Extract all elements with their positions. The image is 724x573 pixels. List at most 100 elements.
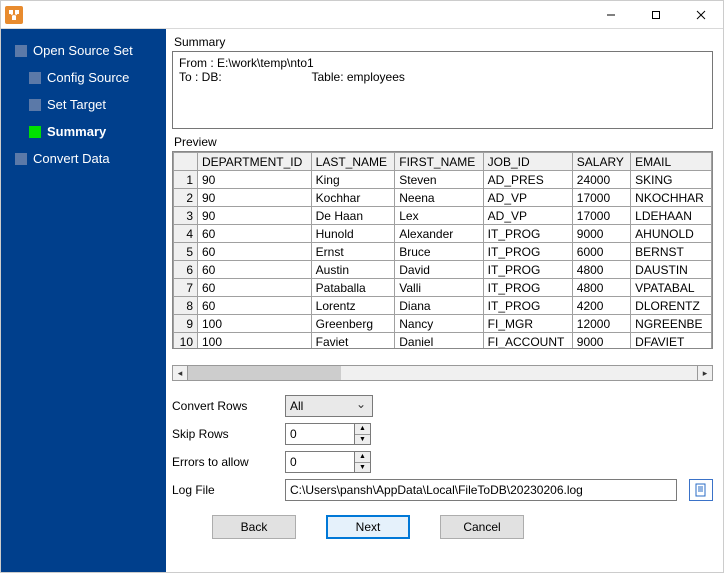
cell[interactable]: LDEHAAN	[631, 207, 712, 225]
cell[interactable]: Lorentz	[311, 297, 395, 315]
column-header[interactable]: EMAIL	[631, 153, 712, 171]
table-row[interactable]: 10100FavietDanielFI_ACCOUNT9000DFAVIET	[174, 333, 712, 350]
spin-up-icon[interactable]: ▲	[355, 424, 370, 435]
cell[interactable]: 60	[198, 261, 312, 279]
cell[interactable]: Alexander	[395, 225, 483, 243]
wizard-step-set-target[interactable]: Set Target	[1, 91, 166, 118]
scroll-track[interactable]	[188, 365, 697, 381]
cell[interactable]: 60	[198, 297, 312, 315]
table-row[interactable]: 760PataballaValliIT_PROG4800VPATABAL	[174, 279, 712, 297]
cell[interactable]: SKING	[631, 171, 712, 189]
maximize-button[interactable]	[633, 1, 678, 28]
cell[interactable]: Nancy	[395, 315, 483, 333]
cell[interactable]: FI_MGR	[483, 315, 572, 333]
column-header[interactable]: DEPARTMENT_ID	[198, 153, 312, 171]
cell[interactable]: King	[311, 171, 395, 189]
cell[interactable]: IT_PROG	[483, 243, 572, 261]
cell[interactable]: 6000	[572, 243, 630, 261]
cell[interactable]: Steven	[395, 171, 483, 189]
log-file-input[interactable]	[285, 479, 677, 501]
cell[interactable]: AD_VP	[483, 207, 572, 225]
table-row[interactable]: 560ErnstBruceIT_PROG6000BERNST	[174, 243, 712, 261]
wizard-step-open-source-set[interactable]: Open Source Set	[1, 37, 166, 64]
cell[interactable]: NKOCHHAR	[631, 189, 712, 207]
summary-textbox[interactable]: From : E:\work\temp\nto1 To : DB: Table:…	[172, 51, 713, 129]
skip-rows-input[interactable]	[285, 423, 355, 445]
cell[interactable]: Austin	[311, 261, 395, 279]
cell[interactable]: 60	[198, 243, 312, 261]
cell[interactable]: 90	[198, 207, 312, 225]
cell[interactable]: IT_PROG	[483, 279, 572, 297]
table-row[interactable]: 460HunoldAlexanderIT_PROG9000AHUNOLD	[174, 225, 712, 243]
cell[interactable]: Daniel	[395, 333, 483, 350]
cell[interactable]: IT_PROG	[483, 261, 572, 279]
cell[interactable]: 60	[198, 225, 312, 243]
browse-log-button[interactable]	[689, 479, 713, 501]
cell[interactable]: Ernst	[311, 243, 395, 261]
cell[interactable]: DLORENTZ	[631, 297, 712, 315]
cell[interactable]: 90	[198, 171, 312, 189]
cell[interactable]: Pataballa	[311, 279, 395, 297]
cell[interactable]: Neena	[395, 189, 483, 207]
cell[interactable]: 100	[198, 315, 312, 333]
table-row[interactable]: 390De HaanLexAD_VP17000LDEHAAN	[174, 207, 712, 225]
table-row[interactable]: 190KingStevenAD_PRES24000SKING	[174, 171, 712, 189]
next-button[interactable]: Next	[326, 515, 410, 539]
convert-rows-combo[interactable]: All	[285, 395, 373, 417]
cell[interactable]: 9000	[572, 225, 630, 243]
wizard-step-config-source[interactable]: Config Source	[1, 64, 166, 91]
cell[interactable]: FI_ACCOUNT	[483, 333, 572, 350]
errors-spinner[interactable]: ▲▼	[355, 451, 371, 473]
cell[interactable]: Lex	[395, 207, 483, 225]
cell[interactable]: Faviet	[311, 333, 395, 350]
cell[interactable]: AHUNOLD	[631, 225, 712, 243]
column-header[interactable]: FIRST_NAME	[395, 153, 483, 171]
cell[interactable]: 12000	[572, 315, 630, 333]
cancel-button[interactable]: Cancel	[440, 515, 524, 539]
cell[interactable]: IT_PROG	[483, 225, 572, 243]
spin-down-icon[interactable]: ▼	[355, 435, 370, 445]
cell[interactable]: 60	[198, 279, 312, 297]
cell[interactable]: AD_PRES	[483, 171, 572, 189]
cell[interactable]: Hunold	[311, 225, 395, 243]
cell[interactable]: David	[395, 261, 483, 279]
wizard-step-summary[interactable]: Summary	[1, 118, 166, 145]
cell[interactable]: DAUSTIN	[631, 261, 712, 279]
close-button[interactable]	[678, 1, 723, 28]
cell[interactable]: 4800	[572, 261, 630, 279]
table-row[interactable]: 290KochharNeenaAD_VP17000NKOCHHAR	[174, 189, 712, 207]
cell[interactable]: BERNST	[631, 243, 712, 261]
cell[interactable]: Diana	[395, 297, 483, 315]
cell[interactable]: VPATABAL	[631, 279, 712, 297]
cell[interactable]: NGREENBE	[631, 315, 712, 333]
cell[interactable]: 100	[198, 333, 312, 350]
cell[interactable]: 17000	[572, 189, 630, 207]
cell[interactable]: IT_PROG	[483, 297, 572, 315]
cell[interactable]: Bruce	[395, 243, 483, 261]
cell[interactable]: AD_VP	[483, 189, 572, 207]
column-header[interactable]: SALARY	[572, 153, 630, 171]
table-row[interactable]: 660AustinDavidIT_PROG4800DAUSTIN	[174, 261, 712, 279]
cell[interactable]: Kochhar	[311, 189, 395, 207]
scroll-right-icon[interactable]: ▸	[697, 365, 713, 381]
wizard-step-convert-data[interactable]: Convert Data	[1, 145, 166, 172]
cell[interactable]: DFAVIET	[631, 333, 712, 350]
cell[interactable]: 90	[198, 189, 312, 207]
cell[interactable]: De Haan	[311, 207, 395, 225]
spin-down-icon[interactable]: ▼	[355, 463, 370, 473]
table-row[interactable]: 9100GreenbergNancyFI_MGR12000NGREENBE	[174, 315, 712, 333]
cell[interactable]: 17000	[572, 207, 630, 225]
column-header[interactable]: LAST_NAME	[311, 153, 395, 171]
column-header[interactable]: JOB_ID	[483, 153, 572, 171]
cell[interactable]: 24000	[572, 171, 630, 189]
back-button[interactable]: Back	[212, 515, 296, 539]
cell[interactable]: Valli	[395, 279, 483, 297]
horizontal-scrollbar[interactable]: ◂ ▸	[172, 365, 713, 381]
skip-rows-spinner[interactable]: ▲▼	[355, 423, 371, 445]
spin-up-icon[interactable]: ▲	[355, 452, 370, 463]
preview-grid[interactable]: DEPARTMENT_IDLAST_NAMEFIRST_NAMEJOB_IDSA…	[172, 151, 713, 349]
cell[interactable]: 4800	[572, 279, 630, 297]
cell[interactable]: Greenberg	[311, 315, 395, 333]
errors-input[interactable]	[285, 451, 355, 473]
table-row[interactable]: 860LorentzDianaIT_PROG4200DLORENTZ	[174, 297, 712, 315]
